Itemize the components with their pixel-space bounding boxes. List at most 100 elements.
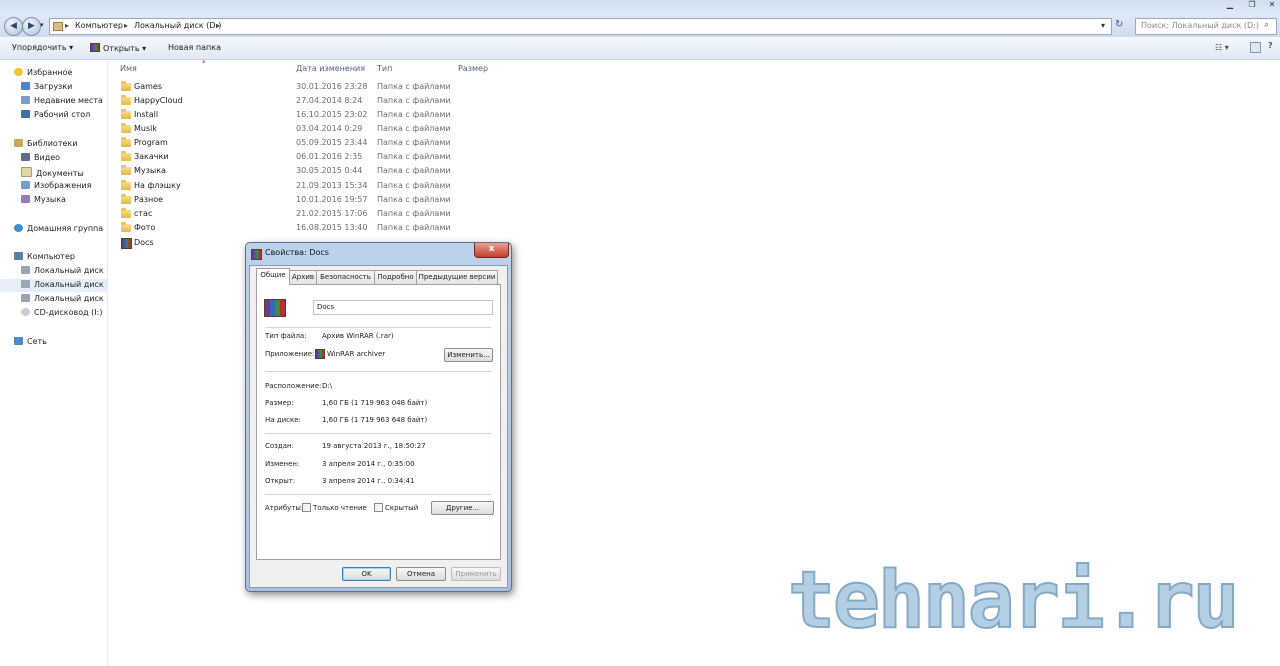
nav-drive-c[interactable]: Локальный диск (C — [21, 266, 107, 275]
ok-button[interactable]: OK — [342, 567, 391, 581]
hidden-label: Скрытый — [385, 504, 419, 512]
file-row[interactable]: На флэшку 21.09.2013 15:34 Папка с файлами — [118, 179, 518, 193]
file-name: Музыка — [134, 166, 166, 175]
organize-button[interactable]: Упорядочить ▾ — [12, 43, 73, 52]
winrar-archive-icon — [121, 238, 132, 249]
file-type: Папка с файлами — [377, 195, 451, 204]
folder-icon — [121, 151, 131, 161]
file-date: 30.01.2016 23:28 — [296, 82, 368, 91]
file-row[interactable]: HappyCloud 27.04.2014 8:24 Папка с файлами — [118, 94, 518, 108]
breadcrumb-drive-d[interactable]: Локальный диск (D:) — [134, 21, 221, 30]
cancel-button[interactable]: Отмена — [396, 567, 446, 581]
size-label: Размер: — [265, 399, 294, 407]
help-icon[interactable]: ? — [1268, 41, 1273, 50]
history-dropdown-icon[interactable]: ▾ — [40, 21, 44, 29]
nav-drive-e[interactable]: Локальный диск (E: — [21, 294, 107, 303]
file-row[interactable]: стас 21.02.2015 17:06 Папка с файлами — [118, 207, 518, 221]
change-button[interactable]: Изменить... — [444, 348, 493, 362]
address-row: ◀ ▶ ▾ ▸ Компьютер ▸ Локальный диск (D:) … — [0, 14, 1280, 37]
address-bar[interactable]: ▸ Компьютер ▸ Локальный диск (D:) ▸ ▾ — [49, 18, 1112, 35]
search-input[interactable]: Поиск: Локальный диск (D:) ⌕ — [1135, 18, 1277, 35]
file-row[interactable]: Фото 16.08.2015 13:40 Папка с файлами — [118, 221, 518, 235]
nav-drive-d[interactable]: Локальный диск (D — [21, 280, 107, 289]
separator — [265, 371, 491, 372]
file-row[interactable]: Install 16.10.2015 23:02 Папка с файлами — [118, 108, 518, 122]
created-label: Создан: — [265, 442, 294, 450]
minimize-button[interactable]: ▁ — [1222, 0, 1238, 10]
file-date: 21.02.2015 17:06 — [296, 209, 368, 218]
new-folder-button[interactable]: Новая папка — [168, 43, 221, 52]
close-button[interactable]: x — [474, 243, 509, 258]
file-date: 30.05.2015 0:44 — [296, 166, 363, 175]
filename-input[interactable]: Docs — [313, 300, 493, 315]
column-header-date[interactable]: Дата изменения — [296, 64, 365, 73]
nav-label: Рабочий стол — [34, 110, 91, 119]
nav-recent-places[interactable]: Недавние места — [21, 96, 103, 105]
breadcrumb-separator-icon: ▸ — [124, 21, 129, 30]
advanced-button[interactable]: Другие... — [431, 501, 494, 515]
nav-network[interactable]: Сеть — [14, 337, 47, 346]
tab-archive[interactable]: Архив — [289, 270, 317, 284]
breadcrumb-separator-icon: ▸ — [65, 21, 70, 30]
file-type: Папка с файлами — [377, 82, 451, 91]
refresh-icon[interactable]: ↻ — [1115, 19, 1123, 30]
file-row[interactable]: Games 30.01.2016 23:28 Папка с файлами — [118, 80, 518, 94]
nav-cd-drive[interactable]: CD-дисковод (I:) — [21, 308, 102, 317]
file-name: стас — [134, 209, 153, 218]
separator — [265, 494, 491, 495]
open-button[interactable]: Открыть ▾ — [90, 43, 146, 53]
filetype-value: Архив WinRAR (.rar) — [322, 332, 394, 340]
nav-libraries[interactable]: Библиотеки — [14, 139, 77, 148]
column-header-type[interactable]: Тип — [377, 64, 392, 73]
star-icon — [14, 68, 23, 76]
hidden-checkbox[interactable] — [374, 503, 383, 512]
nav-favorites[interactable]: Избранное — [14, 68, 72, 77]
nav-music[interactable]: Музыка — [21, 195, 66, 204]
file-row[interactable]: Program 05.09.2015 23:44 Папка с файлами — [118, 136, 518, 150]
close-window-button[interactable]: ✕ — [1264, 0, 1280, 10]
nav-homegroup[interactable]: Домашняя группа — [14, 224, 103, 233]
file-type: Папка с файлами — [377, 96, 451, 105]
file-row[interactable]: Музыка 30.05.2015 0:44 Папка с файлами — [118, 164, 518, 178]
folder-icon — [121, 222, 131, 232]
maximize-button[interactable]: ❐ — [1244, 0, 1260, 10]
tab-general[interactable]: Общие — [256, 268, 290, 285]
address-dropdown-icon[interactable]: ▾ — [1101, 21, 1105, 30]
file-type: Папка с файлами — [377, 166, 451, 175]
tab-details[interactable]: Подробно — [374, 270, 417, 284]
file-row[interactable]: Закачки 06.01.2016 2:35 Папка с файлами — [118, 150, 518, 164]
folder-icon — [121, 123, 131, 133]
apply-button[interactable]: Применить — [451, 567, 501, 581]
column-header-name[interactable]: Имя — [120, 64, 137, 73]
nav-desktop[interactable]: Рабочий стол — [21, 110, 90, 119]
forward-button[interactable]: ▶ — [22, 17, 41, 36]
cd-drive-icon — [21, 308, 30, 316]
folder-icon — [121, 81, 131, 91]
pictures-icon — [21, 181, 30, 189]
drive-icon — [21, 266, 30, 274]
back-button[interactable]: ◀ — [4, 17, 23, 36]
command-bar: Упорядочить ▾ Открыть ▾ Новая папка ☷ ▾ … — [0, 37, 1280, 60]
close-icon: x — [488, 244, 495, 254]
file-row[interactable]: Musik 03.04.2014 0:29 Папка с файлами — [118, 122, 518, 136]
file-row[interactable]: Разное 10.01.2016 19:57 Папка с файлами — [118, 193, 518, 207]
nav-computer[interactable]: Компьютер — [14, 252, 75, 261]
readonly-checkbox[interactable] — [302, 503, 311, 512]
file-date: 03.04.2014 0:29 — [296, 124, 363, 133]
nav-documents[interactable]: Документы — [21, 167, 84, 178]
breadcrumb-computer[interactable]: Компьютер — [75, 21, 123, 30]
general-tab-panel: Docs Тип файла: Архив WinRAR (.rar) Прил… — [256, 284, 501, 560]
column-header-size[interactable]: Размер — [458, 64, 488, 73]
preview-pane-icon[interactable] — [1250, 42, 1261, 53]
tab-previous-versions[interactable]: Предыдущие версии — [416, 270, 498, 284]
watermark-logo: tehnari.ru — [787, 555, 1241, 647]
nav-pictures[interactable]: Изображения — [21, 181, 91, 190]
tab-security[interactable]: Безопасность — [316, 270, 375, 284]
nav-downloads[interactable]: Загрузки — [21, 82, 72, 91]
separator — [265, 327, 491, 328]
nav-label: Недавние места — [34, 96, 103, 105]
nav-video[interactable]: Видео — [21, 153, 60, 162]
back-arrow-icon: ◀ — [10, 21, 17, 31]
view-options-icon[interactable]: ☷ ▾ — [1215, 43, 1229, 52]
created-value: 19 августа 2013 г., 18:50:27 — [322, 442, 426, 450]
